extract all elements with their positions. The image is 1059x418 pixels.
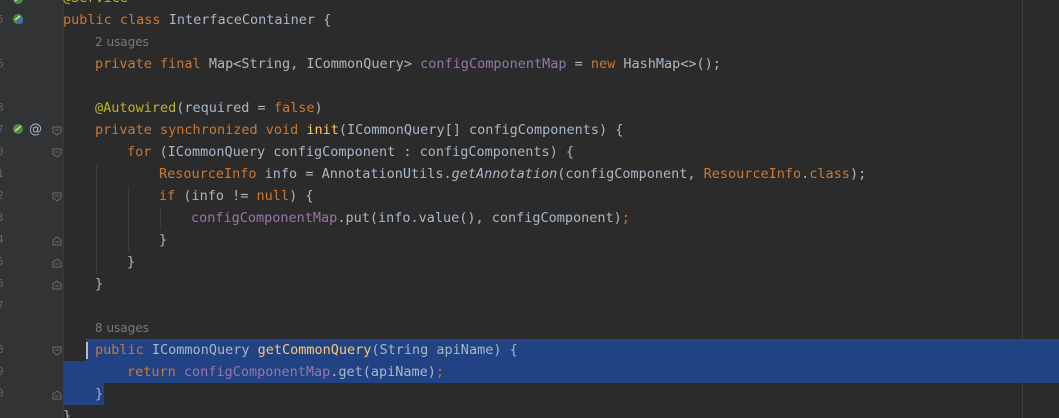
code-line[interactable]: ResourceInfo info = AnnotationUtils.getA…	[0, 163, 1059, 185]
code-line[interactable]: }	[0, 273, 1059, 295]
code-line[interactable]: configComponentMap.put(info.value(), con…	[0, 207, 1059, 229]
autowired-annotation: @Autowired(required = false)	[95, 100, 323, 116]
code-line[interactable]: @Service	[0, 0, 1059, 9]
code-line[interactable]: private synchronized void init(ICommonQu…	[0, 119, 1059, 141]
usages-hint[interactable]: 2 usages	[95, 31, 149, 53]
code-line[interactable]: public class InterfaceContainer {	[0, 9, 1059, 31]
usages-hint-line[interactable]: 8 usages	[0, 317, 1059, 339]
class-closing-brace: }	[63, 408, 72, 418]
text-caret	[86, 342, 88, 359]
field-declaration: private final Map<String, ICommonQuery> …	[95, 56, 721, 72]
code-line[interactable]: public ICommonQuery getCommonQuery(Strin…	[0, 339, 1059, 361]
put-call: configComponentMap.put(info.value(), con…	[191, 210, 630, 226]
closing-brace: }	[95, 386, 104, 402]
code-line[interactable]: }	[0, 383, 1059, 405]
class-declaration: public class InterfaceContainer {	[63, 12, 332, 28]
code-line[interactable]: return configComponentMap.get(apiName);	[0, 361, 1059, 383]
for-loop: for (ICommonQuery configComponent : conf…	[127, 144, 575, 160]
code-line[interactable]: if (info != null) {	[0, 185, 1059, 207]
code-line: 7	[0, 295, 1059, 317]
code-line[interactable]: }	[0, 229, 1059, 251]
code-line[interactable]: private final Map<String, ICommonQuery> …	[0, 53, 1059, 75]
code-line[interactable]: }	[0, 251, 1059, 273]
code-line[interactable]: for (ICommonQuery configComponent : conf…	[0, 141, 1059, 163]
closing-brace: }	[127, 254, 136, 270]
service-annotation: @Service	[63, 0, 128, 9]
get-common-query-declaration: public ICommonQuery getCommonQuery(Strin…	[95, 342, 518, 358]
code-line[interactable]: }	[0, 405, 1059, 418]
init-method-declaration: private synchronized void init(ICommonQu…	[95, 122, 624, 138]
line-number: 7	[0, 299, 4, 312]
code-line[interactable]: @Autowired(required = false)	[0, 97, 1059, 119]
closing-brace: }	[159, 232, 168, 248]
usages-hint[interactable]: 8 usages	[95, 317, 149, 339]
closing-brace: }	[95, 276, 104, 292]
if-statement: if (info != null) {	[159, 188, 314, 204]
usages-hint-line[interactable]: 2 usages	[0, 31, 1059, 53]
resource-info-assignment: ResourceInfo info = AnnotationUtils.getA…	[159, 166, 867, 182]
return-statement: return configComponentMap.get(apiName);	[127, 364, 445, 380]
